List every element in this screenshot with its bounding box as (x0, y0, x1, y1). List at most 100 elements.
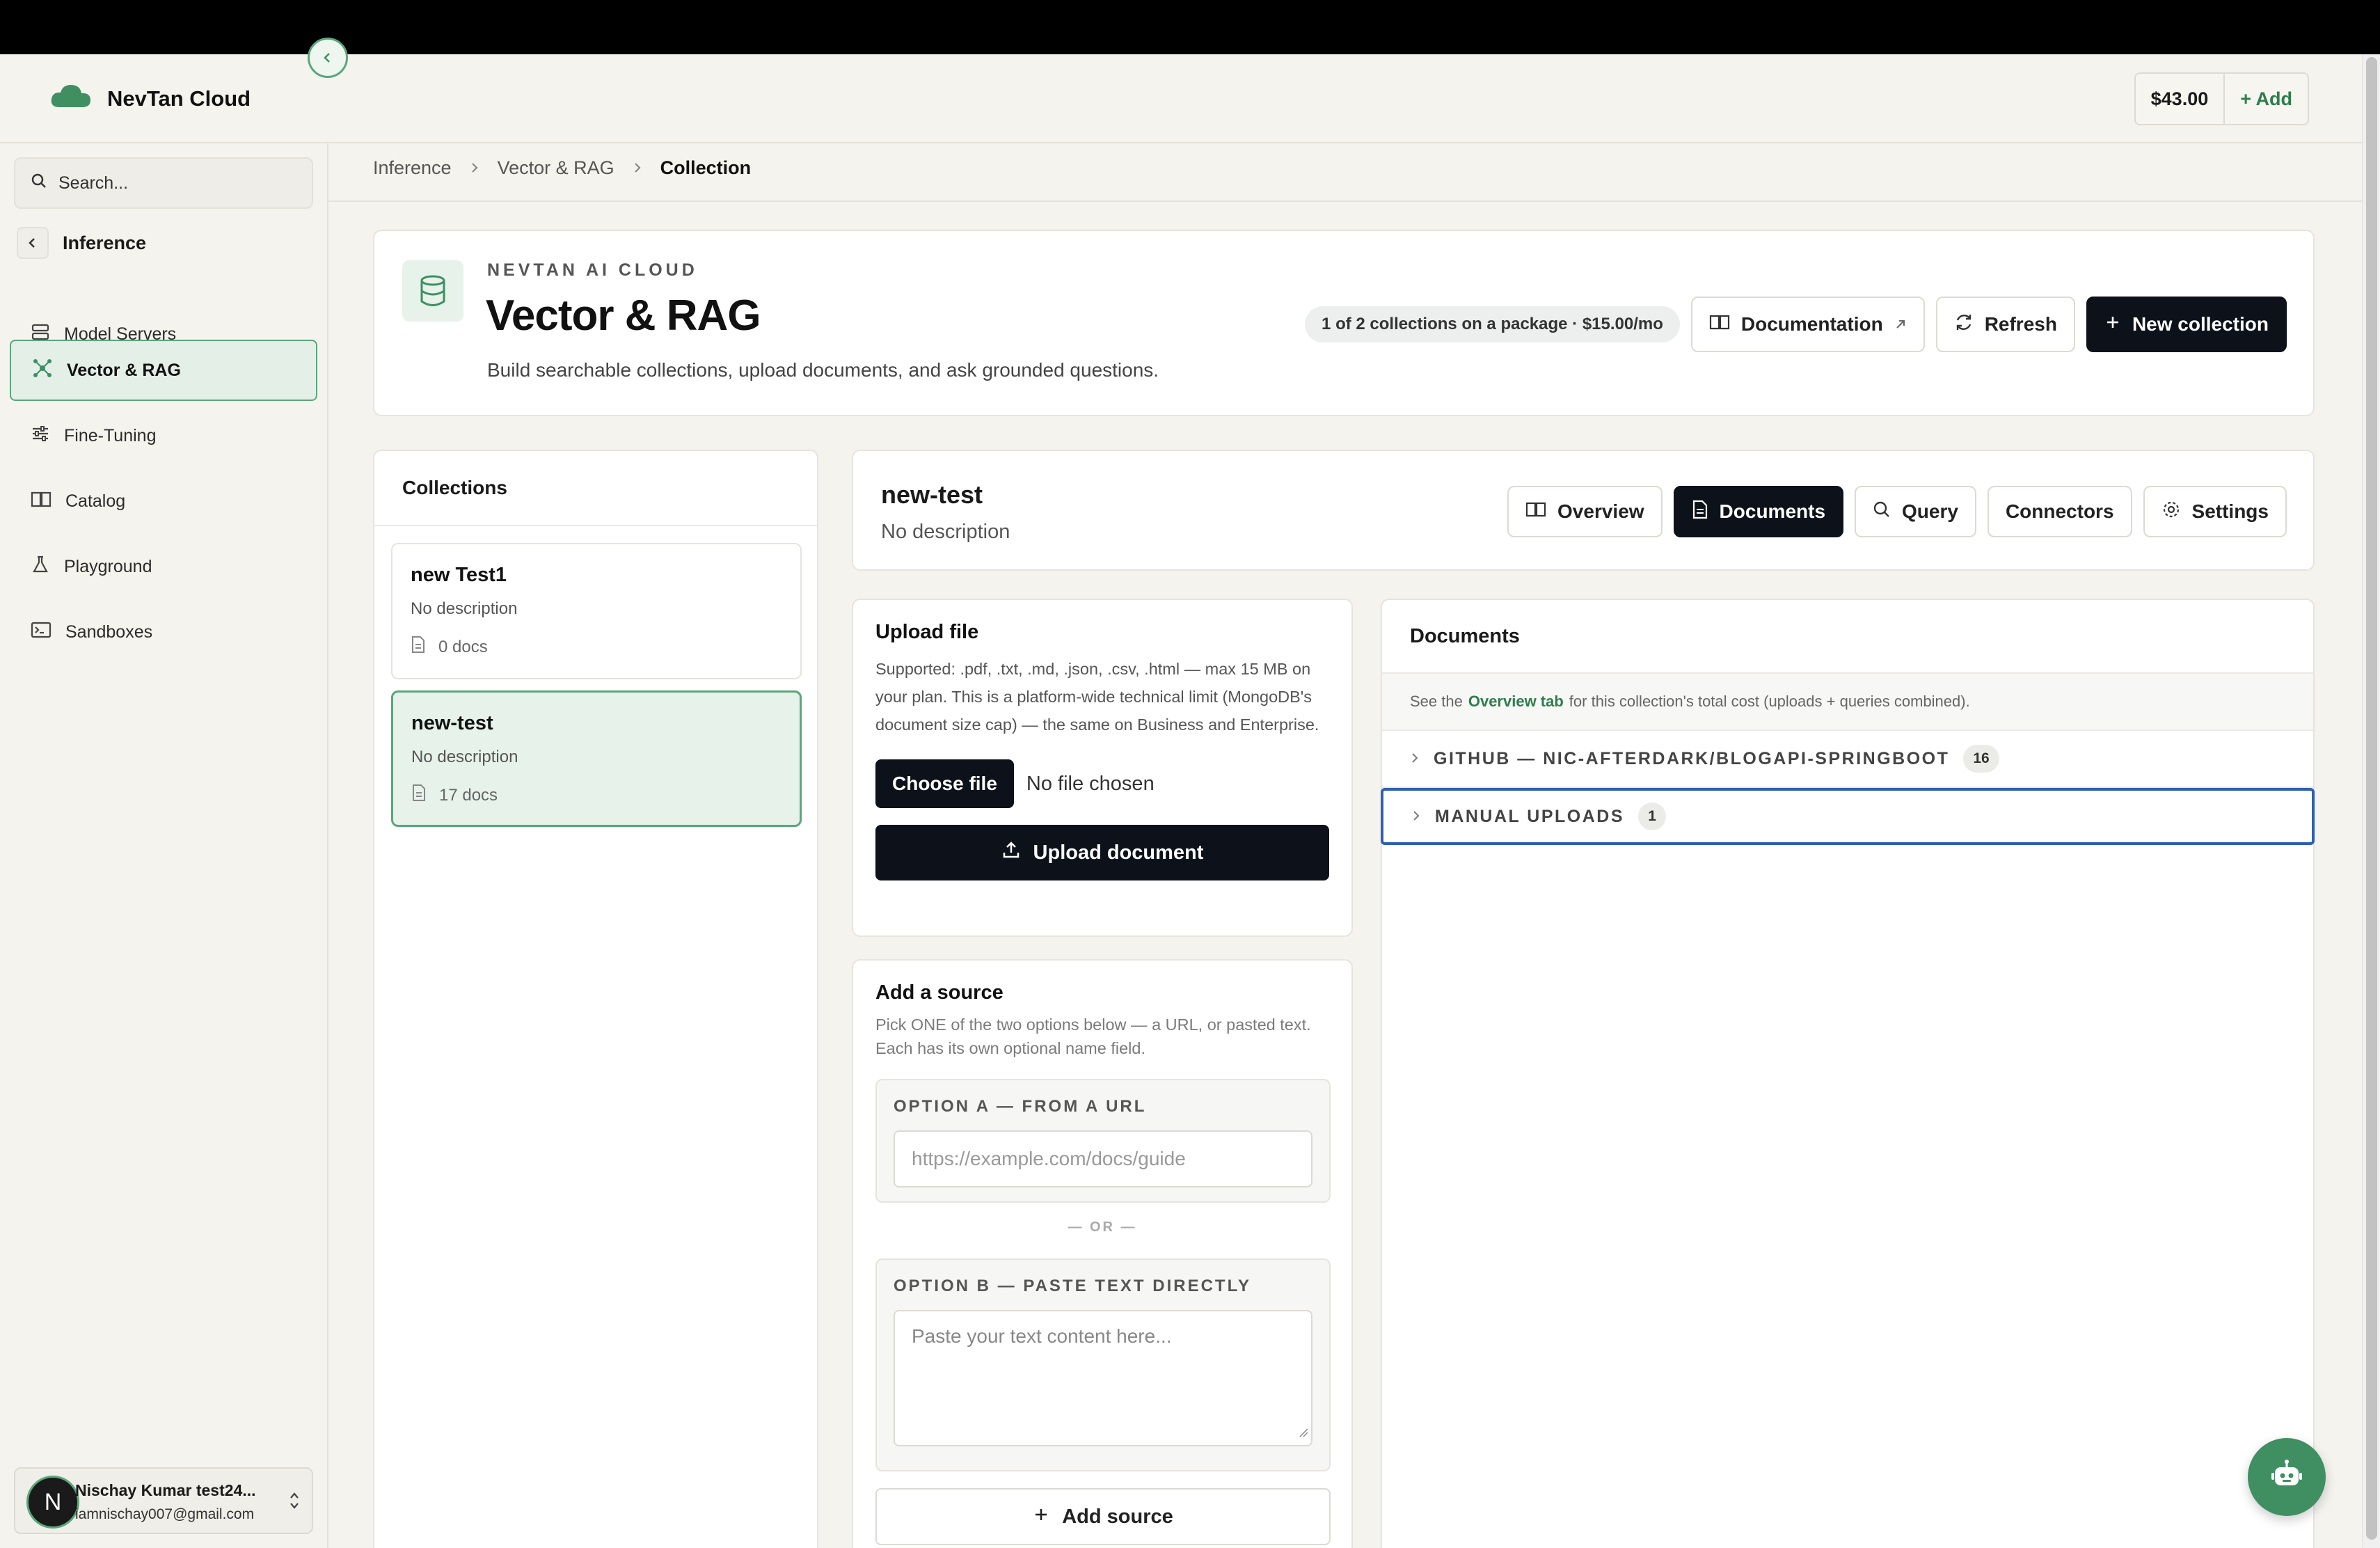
sidebar-item-fine-tuning[interactable]: Fine-Tuning (10, 405, 317, 466)
search-input[interactable]: Search... (14, 157, 313, 209)
plus-icon (1033, 1506, 1049, 1529)
url-placeholder: https://example.com/docs/guide (912, 1148, 1186, 1169)
terminal-icon (31, 620, 51, 645)
collection-header: new-test No description Overview Documen… (852, 450, 2315, 571)
page-hero: NEVTAN AI CLOUD Vector & RAG Build searc… (373, 230, 2315, 416)
cloud-logo-icon (49, 82, 93, 115)
documents-cost-note: See the Overview tab for this collection… (1382, 674, 2313, 731)
group-count-badge: 16 (1963, 745, 1999, 773)
tab-query[interactable]: Query (1855, 486, 1976, 537)
tab-settings[interactable]: Settings (2143, 486, 2287, 537)
collection-subtitle: No description (881, 521, 1010, 543)
new-collection-button[interactable]: New collection (2086, 297, 2287, 352)
sidebar-item-playground[interactable]: Playground (10, 536, 317, 597)
option-url-label: OPTION A — FROM A URL (894, 1097, 1147, 1116)
option-text-label: OPTION B — PASTE TEXT DIRECTLY (894, 1277, 1252, 1295)
external-link-icon (1894, 313, 1907, 335)
breadcrumb-vector-rag[interactable]: Vector & RAG (498, 157, 614, 179)
collection-description: No description (411, 599, 518, 618)
scrollbar-thumb[interactable] (2366, 57, 2377, 1540)
group-count-badge: 1 (1638, 803, 1667, 830)
url-input[interactable]: https://example.com/docs/guide (894, 1130, 1312, 1187)
tab-documents[interactable]: Documents (1673, 486, 1844, 537)
network-icon (32, 358, 53, 384)
add-source-title: Add a source (875, 981, 1003, 1004)
search-icon (1873, 500, 1891, 523)
choose-file-button[interactable]: Choose file (875, 759, 1014, 808)
refresh-label: Refresh (1984, 313, 2057, 335)
user-menu[interactable]: N Nischay Kumar test24... iamnischay007@… (14, 1467, 313, 1534)
brand-name: NevTan Cloud (107, 86, 251, 111)
resize-handle-icon[interactable] (1297, 1420, 1308, 1442)
note-suffix: for this collection's total cost (upload… (1569, 693, 1970, 710)
sidebar-back[interactable]: Inference (17, 227, 146, 259)
file-icon (411, 784, 427, 807)
balance-widget: $43.00 + Add (2134, 72, 2309, 125)
flask-icon (31, 555, 50, 579)
sidebar-item-sandboxes[interactable]: Sandboxes (10, 601, 317, 663)
database-icon (402, 260, 463, 322)
document-group-github[interactable]: GITHUB — NIC-AFTERDARK/BLOGAPI-SPRINGBOO… (1382, 731, 2313, 788)
chevron-up-down-icon[interactable] (288, 1490, 301, 1517)
documents-heading: Documents (1382, 600, 2313, 674)
page-scrollbar[interactable] (2362, 54, 2380, 1548)
collection-item-selected[interactable]: new-test No description 17 docs (391, 690, 802, 827)
sidebar-item-catalog[interactable]: Catalog (10, 471, 317, 532)
breadcrumb-inference[interactable]: Inference (373, 157, 452, 179)
collection-title: new-test (881, 480, 983, 509)
book-icon (1525, 500, 1546, 523)
user-email: iamnischay007@gmail.com (75, 1506, 255, 1522)
option-url: OPTION A — FROM A URL https://example.co… (875, 1079, 1331, 1203)
sidebar-item-vector-rag[interactable]: Vector & RAG (10, 340, 317, 401)
upload-document-button[interactable]: Upload document (875, 825, 1329, 880)
sidebar-section-title: Inference (63, 232, 147, 253)
collection-name: new Test1 (411, 564, 507, 586)
text-placeholder: Paste your text content here... (912, 1325, 1172, 1347)
tab-overview[interactable]: Overview (1507, 486, 1663, 537)
collection-name: new-test (411, 712, 493, 734)
sidebar-item-label: Fine-Tuning (64, 425, 157, 445)
collection-doc-count: 0 docs (411, 635, 782, 658)
refresh-icon (1954, 313, 1974, 337)
documentation-label: Documentation (1740, 313, 1883, 335)
chevron-right-icon (470, 157, 479, 179)
collections-heading: Collections (374, 451, 817, 526)
collection-item[interactable]: new Test1 No description 0 docs (391, 543, 802, 679)
chevron-right-icon (1410, 749, 1420, 769)
system-top-bar (0, 0, 2380, 54)
user-name: Nischay Kumar test24... (75, 1481, 256, 1499)
file-icon (1692, 500, 1708, 524)
tab-label: Overview (1557, 500, 1644, 522)
file-picker: Choose file No file chosen (875, 759, 1329, 808)
assistant-bot-button[interactable] (2248, 1438, 2326, 1516)
collections-panel: Collections new Test1 No description 0 d… (373, 450, 818, 1548)
upload-label: Upload document (1033, 841, 1204, 864)
overview-tab-link[interactable]: Overview tab (1468, 693, 1564, 711)
upload-title: Upload file (875, 621, 979, 643)
add-funds-button[interactable]: + Add (2225, 74, 2308, 124)
upload-icon (1001, 840, 1021, 865)
gear-icon (2161, 500, 2181, 524)
divider (328, 200, 2362, 202)
brand[interactable]: NevTan Cloud (49, 82, 251, 115)
documents-card: Documents See the Overview tab for this … (1381, 599, 2315, 1548)
collection-doc-count: 17 docs (411, 784, 782, 807)
sliders-icon (31, 424, 50, 448)
document-group-manual-uploads[interactable]: MANUAL UPLOADS 1 (1381, 788, 2315, 845)
add-source-button[interactable]: Add source (875, 1488, 1331, 1545)
chevron-left-icon[interactable] (17, 227, 49, 259)
note-prefix: See the (1410, 693, 1463, 710)
documentation-button[interactable]: Documentation (1690, 297, 1925, 352)
tab-connectors[interactable]: Connectors (1987, 486, 2132, 537)
app-header: NevTan Cloud $43.00 + Add (0, 54, 2362, 143)
collapse-sidebar-button[interactable] (308, 38, 348, 78)
sidebar: Search... Inference Model Servers Vector… (0, 143, 328, 1548)
or-separator: — OR — (1068, 1219, 1137, 1235)
paste-text-input[interactable]: Paste your text content here... (894, 1310, 1312, 1446)
refresh-button[interactable]: Refresh (1935, 297, 2075, 352)
collection-description: No description (411, 748, 518, 766)
robot-icon (2269, 1459, 2304, 1496)
upload-file-card: Upload file Supported: .pdf, .txt, .md, … (852, 599, 1353, 937)
search-icon (31, 173, 47, 194)
package-badge: 1 of 2 collections on a package · $15.00… (1305, 306, 1680, 342)
